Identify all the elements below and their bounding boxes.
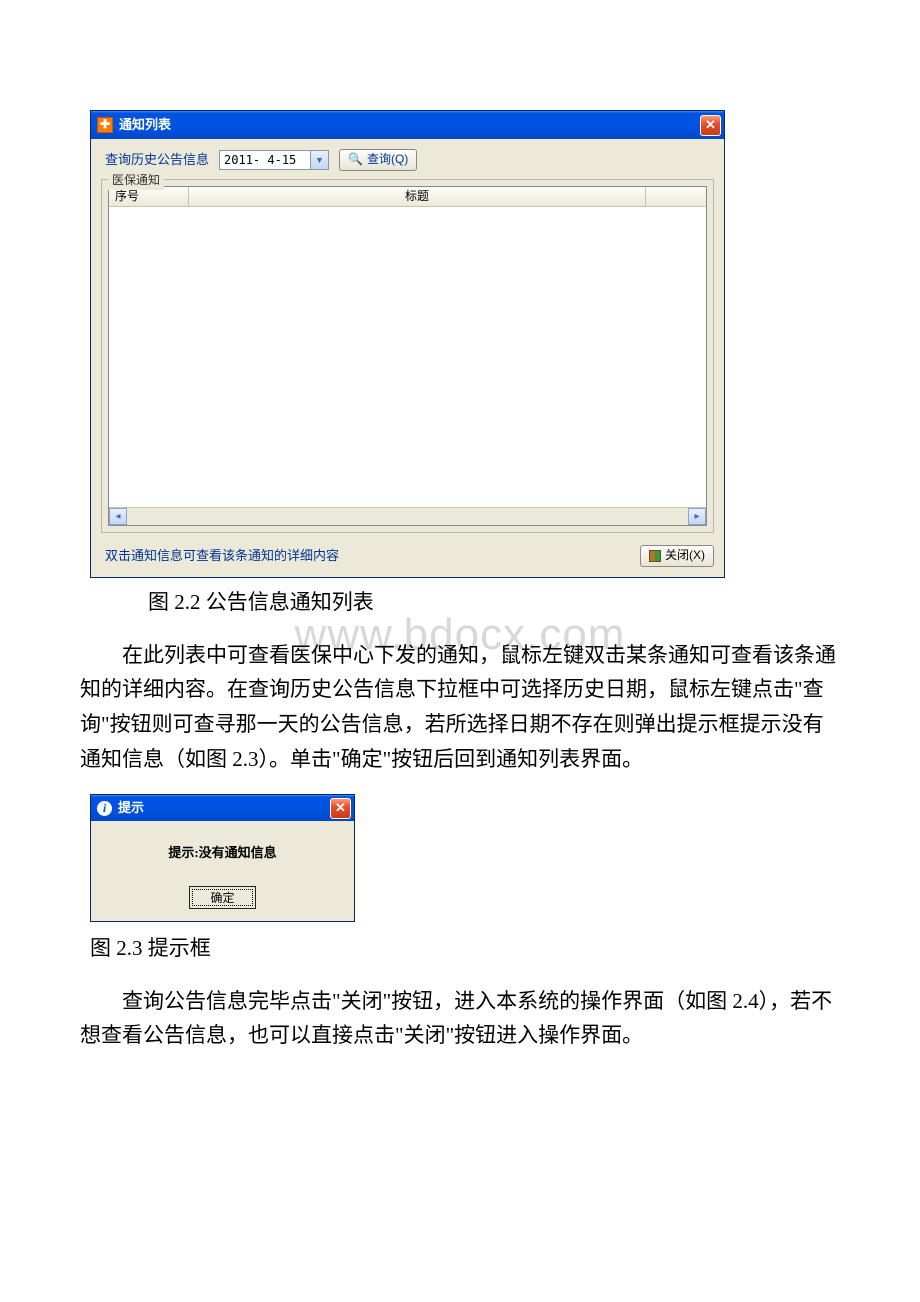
notice-fieldset: 医保通知 序号 标题 ◂ ▸ xyxy=(101,179,714,533)
chevron-down-icon[interactable]: ▼ xyxy=(310,151,328,169)
col-title[interactable]: 标题 xyxy=(189,187,646,206)
date-combo[interactable]: ▼ xyxy=(219,150,329,170)
figure-caption-2-3: 图 2.3 提示框 xyxy=(90,932,840,966)
hint-text: 双击通知信息可查看该条通知的详细内容 xyxy=(101,546,630,567)
query-button[interactable]: 🔍 查询(Q) xyxy=(339,149,417,171)
close-button-label: 关闭(X) xyxy=(665,546,705,565)
notification-list-window: ✚ 通知列表 ✕ 查询历史公告信息 ▼ 🔍 查询(Q) 医保通知 xyxy=(90,110,725,578)
col-spacer xyxy=(646,187,706,206)
exit-icon xyxy=(649,550,661,562)
paragraph-1: 在此列表中可查看医保中心下发的通知，鼠标左键双击某条通知可查看该条通知的详细内容… xyxy=(80,638,840,777)
close-icon[interactable]: ✕ xyxy=(700,115,721,136)
prompt-window: i 提示 ✕ 提示:没有通知信息 确定 xyxy=(90,794,355,922)
listview-body[interactable] xyxy=(109,207,706,507)
paragraph-2: 查询公告信息完毕点击"关闭"按钮，进入本系统的操作界面（如图 2.4），若不想查… xyxy=(80,984,840,1053)
h-scrollbar[interactable]: ◂ ▸ xyxy=(109,507,706,525)
ok-button[interactable]: 确定 xyxy=(189,886,255,909)
query-row: 查询历史公告信息 ▼ 🔍 查询(Q) xyxy=(101,147,714,179)
app-icon: ✚ xyxy=(97,117,113,133)
fieldset-legend: 医保通知 xyxy=(108,171,164,190)
query-button-label: 查询(Q) xyxy=(367,150,408,169)
bottom-row: 双击通知信息可查看该条通知的详细内容 关闭(X) xyxy=(101,533,714,567)
scroll-left-icon[interactable]: ◂ xyxy=(109,508,127,525)
notice-listview[interactable]: 序号 标题 ◂ ▸ xyxy=(108,186,707,526)
date-input[interactable] xyxy=(220,151,310,169)
titlebar: ✚ 通知列表 ✕ xyxy=(91,111,724,139)
close-button[interactable]: 关闭(X) xyxy=(640,545,714,567)
window-title: 通知列表 xyxy=(119,115,171,136)
scroll-right-icon[interactable]: ▸ xyxy=(688,508,706,525)
search-icon: 🔍 xyxy=(348,150,363,169)
listview-header: 序号 标题 xyxy=(109,187,706,207)
window-title: 提示 xyxy=(118,798,144,819)
titlebar: i 提示 ✕ xyxy=(91,795,354,821)
close-icon[interactable]: ✕ xyxy=(330,798,351,819)
figure-caption-2-2: 图 2.2 公告信息通知列表 xyxy=(148,586,840,620)
prompt-message: 提示:没有通知信息 xyxy=(99,843,346,864)
info-icon: i xyxy=(97,801,112,816)
query-label: 查询历史公告信息 xyxy=(105,150,209,171)
